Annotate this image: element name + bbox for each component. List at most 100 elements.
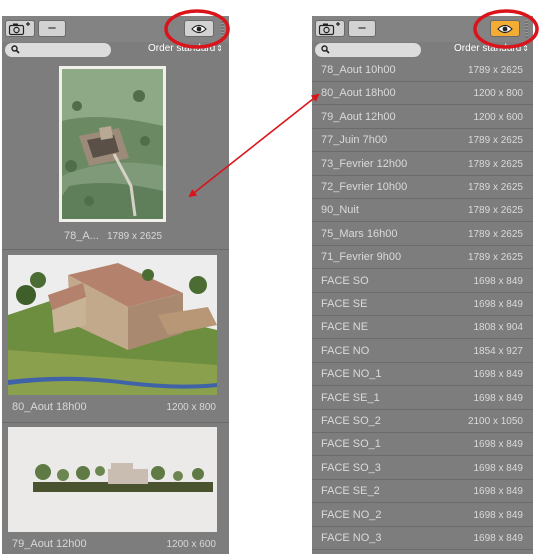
row-name: FACE SO — [321, 274, 369, 287]
row-size: 1854 x 927 — [473, 345, 524, 357]
row-name: FACE NE — [321, 321, 369, 334]
row-name: FACE NO — [321, 344, 370, 357]
list-row[interactable]: 78_Aout 10h00 1789 x 2625 — [312, 59, 533, 82]
row-name: 78_Aout 10h00 — [321, 64, 396, 76]
list-row[interactable]: FACE NO_2 1698 x 849 — [312, 504, 533, 527]
row-name: 77_Juin 7h00 — [321, 134, 388, 147]
render-thumbnail — [8, 255, 217, 395]
row-size: 1698 x 849 — [473, 533, 524, 544]
search-bar: Order standard⇕ — [2, 42, 229, 59]
remove-button[interactable]: − — [348, 20, 376, 37]
row-name: 80_Aout 18h00 — [321, 87, 396, 100]
camera-plus-icon — [8, 21, 30, 35]
item-name: 80_Aout 18h00 — [12, 401, 87, 413]
row-name: 71_Fevrier 9h00 — [321, 251, 402, 264]
row-size: 1789 x 2625 — [467, 205, 523, 217]
toolbar: − — [2, 16, 229, 42]
list-panel: − Order standard⇕ 78_Aout 10h00 1789 x 26… — [312, 16, 533, 554]
order-dropdown[interactable]: Order standard⇕ — [454, 43, 529, 54]
toolbar: − — [312, 16, 533, 42]
row-name: FACE SE_1 — [321, 391, 380, 404]
render-thumbnail — [8, 427, 217, 532]
row-name: FACE SE_2 — [321, 485, 380, 498]
list-row[interactable]: 77_Juin 7h00 1789 x 2625 — [312, 129, 533, 153]
order-dropdown[interactable]: Order standard⇕ — [148, 43, 223, 54]
list-row[interactable]: FACE SO_2 2100 x 1050 — [312, 410, 533, 433]
list-item[interactable]: 80_Aout 18h00 1200 x 800 — [2, 250, 229, 423]
list-row[interactable]: 75_Mars 16h00 1789 x 2625 — [312, 223, 533, 246]
list-row[interactable]: FACE SO 1698 x 849 — [312, 270, 533, 293]
row-name: FACE NO_1 — [321, 368, 382, 381]
add-snapshot-button[interactable] — [5, 20, 35, 37]
thumbnail-panel: − Order standard⇕ 78_A... 1789 x 2625 80… — [2, 16, 229, 554]
row-size: 1698 x 849 — [473, 486, 524, 498]
row-size: 1808 x 904 — [473, 322, 524, 334]
list-row[interactable]: FACE SE_2 1698 x 849 — [312, 480, 533, 504]
search-input[interactable] — [5, 43, 111, 57]
row-size: 1789 x 2625 — [467, 135, 523, 147]
magnifier-icon — [11, 45, 20, 54]
row-size: 1789 x 2625 — [467, 182, 523, 193]
row-name: 90_Nuit — [321, 204, 359, 217]
list-row[interactable]: 90_Nuit 1789 x 2625 — [312, 199, 533, 223]
row-name: FACE SO_1 — [321, 438, 381, 451]
eye-icon — [497, 24, 513, 33]
row-name: FACE NO_3 — [321, 532, 382, 544]
toggle-view-button[interactable] — [184, 20, 214, 37]
eye-icon — [191, 24, 207, 33]
item-name: 78_A... — [64, 230, 99, 242]
row-size: 1698 x 849 — [473, 439, 524, 451]
minus-icon: − — [47, 20, 57, 37]
toggle-view-button[interactable] — [490, 20, 520, 37]
list-item[interactable]: 79_Aout 12h00 1200 x 600 — [2, 423, 229, 554]
camera-plus-icon — [318, 21, 340, 35]
row-size: 1698 x 849 — [473, 462, 524, 474]
row-name: 73_Fevrier 12h00 — [321, 157, 408, 170]
list-row[interactable]: 73_Fevrier 12h00 1789 x 2625 — [312, 153, 533, 176]
list-row[interactable]: 72_Fevrier 10h00 1789 x 2625 — [312, 176, 533, 199]
remove-button[interactable]: − — [38, 20, 66, 37]
search-bar: Order standard⇕ — [312, 42, 533, 59]
item-size: 1200 x 800 — [166, 402, 217, 413]
row-size: 1698 x 849 — [473, 275, 524, 287]
row-name: 79_Aout 12h00 — [321, 110, 396, 123]
row-size: 1200 x 800 — [473, 88, 524, 100]
row-name: FACE NO_2 — [321, 508, 382, 521]
row-name: FACE SO_3 — [321, 461, 381, 474]
list-row[interactable]: FACE SE_1 1698 x 849 — [312, 387, 533, 410]
item-name: 79_Aout 12h00 — [12, 538, 87, 550]
row-size: 1789 x 2625 — [467, 252, 523, 264]
list-item[interactable]: 78_A... 1789 x 2625 — [2, 59, 229, 250]
list-row[interactable]: FACE NO_1 1698 x 849 — [312, 363, 533, 387]
resize-grip[interactable] — [221, 20, 224, 38]
row-size: 1200 x 600 — [473, 111, 524, 123]
list-row[interactable]: FACE NO 1854 x 927 — [312, 340, 533, 363]
row-size: 1789 x 2625 — [467, 228, 523, 240]
order-label: Order standard — [148, 43, 216, 54]
row-size: 1698 x 849 — [473, 392, 524, 404]
search-input[interactable] — [315, 43, 421, 57]
list-row[interactable]: 71_Fevrier 9h00 1789 x 2625 — [312, 246, 533, 270]
row-name: FACE SO_2 — [321, 415, 381, 427]
render-thumbnail — [59, 66, 166, 222]
resize-grip[interactable] — [525, 20, 528, 38]
add-snapshot-button[interactable] — [315, 20, 345, 37]
row-size: 1698 x 849 — [473, 369, 524, 381]
row-size: 1698 x 849 — [473, 509, 524, 521]
row-name: FACE SE — [321, 298, 368, 310]
list-row[interactable]: FACE SE 1698 x 849 — [312, 293, 533, 316]
list-row[interactable]: FACE NE 1808 x 904 — [312, 316, 533, 340]
list-row[interactable]: FACE NO_3 1698 x 849 — [312, 527, 533, 550]
row-size: 1789 x 2625 — [467, 158, 523, 170]
list-row[interactable]: 79_Aout 12h00 1200 x 600 — [312, 106, 533, 129]
row-name: 72_Fevrier 10h00 — [321, 181, 408, 193]
minus-icon: − — [357, 20, 367, 37]
row-name: 75_Mars 16h00 — [321, 227, 398, 240]
row-size: 1698 x 849 — [473, 299, 524, 310]
list-row[interactable]: FACE SO_1 1698 x 849 — [312, 433, 533, 457]
list-row[interactable]: 80_Aout 18h00 1200 x 800 — [312, 82, 533, 106]
sort-arrows-icon: ⇕ — [216, 44, 223, 53]
item-size: 1789 x 2625 — [107, 231, 163, 242]
list-row[interactable]: FACE SO_3 1698 x 849 — [312, 457, 533, 480]
order-label: Order standard — [454, 43, 522, 54]
